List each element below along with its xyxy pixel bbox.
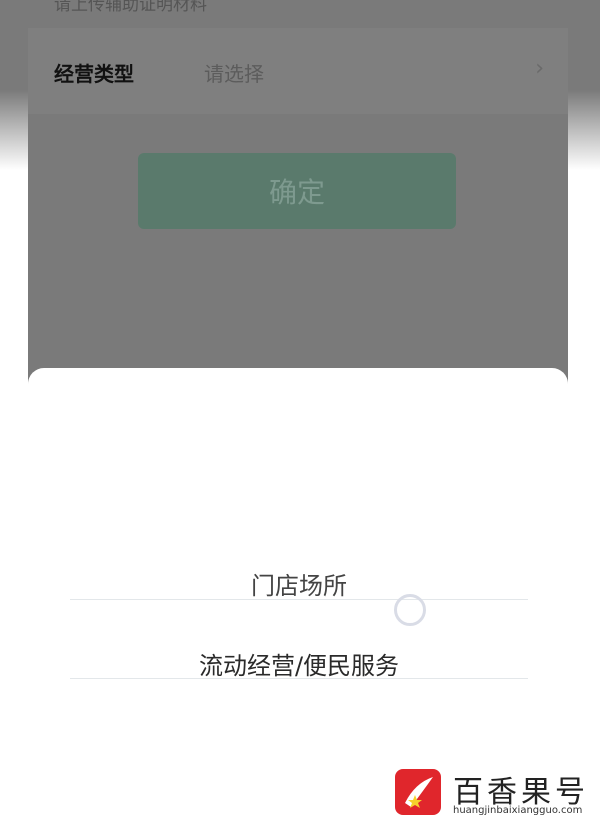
upload-hint-text: 请上传辅助证明材料	[54, 0, 207, 15]
business-type-row[interactable]: 经营类型 请选择 ›	[28, 28, 568, 114]
business-type-placeholder: 请选择	[204, 62, 264, 86]
confirm-button[interactable]: 确定	[138, 153, 456, 229]
divider	[70, 678, 528, 679]
business-type-label: 经营类型	[54, 62, 134, 86]
chevron-right-icon: ›	[535, 56, 544, 81]
option-store-premises[interactable]: 门店场所	[70, 566, 528, 601]
radio-unchecked-icon[interactable]	[394, 594, 426, 626]
business-type-picker-sheet: 门店场所 流动经营/便民服务	[28, 368, 568, 824]
edge-fade-right	[568, 0, 600, 420]
watermark-url: huangjinbaixiangguo.com	[453, 805, 583, 816]
divider	[70, 599, 528, 600]
watermark: 百香果号 huangjinbaixiangguo.com	[395, 765, 595, 819]
logo-icon	[395, 769, 441, 815]
option-mobile-service[interactable]: 流动经营/便民服务	[70, 646, 528, 681]
edge-fade-left	[0, 0, 28, 420]
